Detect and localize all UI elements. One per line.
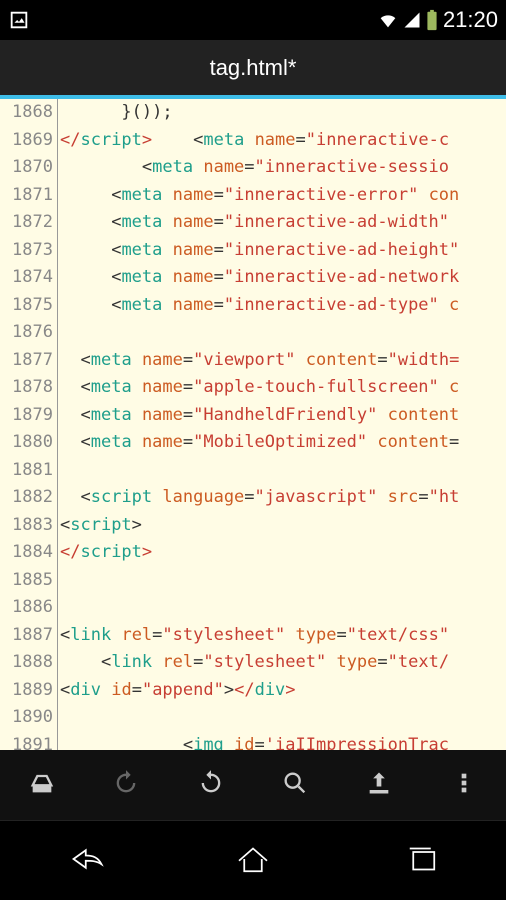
home-button[interactable] [232,838,274,884]
code-editor[interactable]: 1868186918701871187218731874187518761877… [0,95,506,750]
status-bar: 21:20 [0,0,506,40]
wifi-icon [377,9,399,31]
search-button[interactable] [281,769,309,801]
signal-icon [403,11,421,29]
document-title: tag.html* [210,55,297,81]
app-toolbar [0,750,506,820]
battery-icon [425,9,439,31]
back-button[interactable] [63,838,105,884]
upload-button[interactable] [365,769,393,801]
picture-icon [8,9,30,31]
code-content[interactable]: }());</script> <meta name="inneractive-c… [58,99,506,750]
undo-button[interactable] [112,769,140,801]
line-number-gutter: 1868186918701871187218731874187518761877… [0,99,58,750]
menu-button[interactable] [450,769,478,801]
clock: 21:20 [443,7,498,33]
recent-button[interactable] [401,838,443,884]
storage-button[interactable] [28,769,56,801]
title-bar: tag.html* [0,40,506,95]
status-left [8,9,30,31]
redo-button[interactable] [197,769,225,801]
android-nav-bar [0,820,506,900]
status-right: 21:20 [377,7,498,33]
